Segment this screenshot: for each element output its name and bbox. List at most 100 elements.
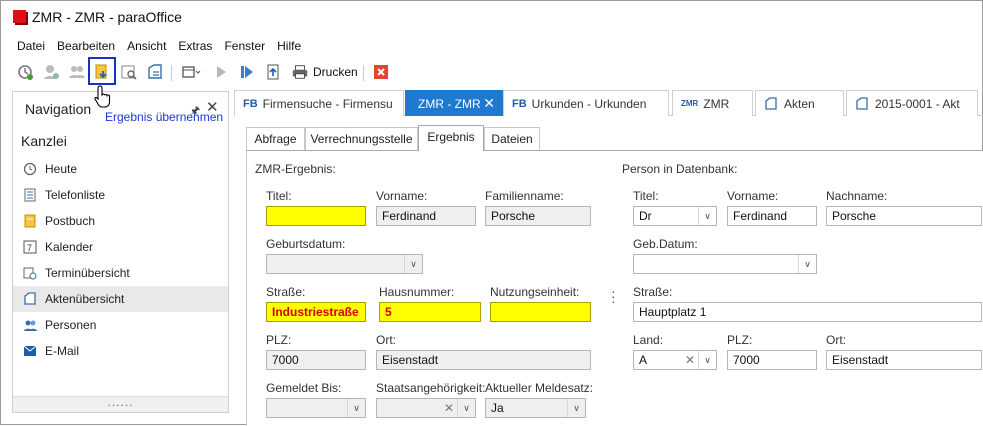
nav-item-telefonliste[interactable]: Telefonliste	[13, 182, 228, 208]
nav-item-label: Personen	[45, 318, 97, 332]
nav-item-label: Aktenübersicht	[45, 292, 125, 306]
clear-icon[interactable]: ✕	[441, 399, 457, 417]
zmr-gemeldet-bis-field[interactable]: ∨	[266, 398, 366, 418]
nav-item-label: Telefonliste	[45, 188, 106, 202]
tab-zmr-active[interactable]: ZMR - ZMR ✕	[405, 90, 504, 116]
email-icon	[23, 345, 37, 356]
zmr-strasse-field[interactable]: Industriestraße	[266, 302, 366, 322]
zmr-familienname-field[interactable]: Porsche	[485, 206, 591, 226]
skip-icon[interactable]	[237, 62, 257, 82]
menu-datei[interactable]: Datei	[11, 38, 51, 56]
menu-hilfe[interactable]: Hilfe	[271, 38, 307, 56]
zmr-geburtsdatum-field[interactable]: ∨	[266, 254, 423, 274]
tab-akten[interactable]: Akten	[755, 90, 844, 116]
zmr-strasse-label: Straße:	[266, 285, 306, 299]
close-red-icon[interactable]	[371, 62, 391, 82]
file-icon	[856, 96, 868, 110]
nav-item-label: E-Mail	[45, 344, 80, 358]
tab-verrechnungsstelle[interactable]: Verrechnungsstelle	[305, 127, 418, 150]
zmr-titel-field[interactable]	[266, 206, 366, 226]
tab-firmensuche[interactable]: FB Firmensuche - Firmensu	[234, 90, 404, 116]
hand-cursor-icon	[93, 84, 113, 110]
zmr-hausnummer-label: Hausnummer:	[379, 285, 455, 299]
zmr-staatsangehoerigkeit-field[interactable]: ✕ ∨	[376, 398, 476, 418]
zmr-ort-field[interactable]: Eisenstadt	[376, 350, 591, 370]
db-plz-field[interactable]: 7000	[727, 350, 817, 370]
group-icon[interactable]	[67, 62, 87, 82]
db-nachname-field[interactable]: Porsche	[826, 206, 982, 226]
calendar-icon: 7	[23, 240, 37, 254]
nav-item-email[interactable]: E-Mail	[13, 338, 228, 364]
apply-result-icon[interactable]	[92, 62, 112, 82]
zmr-vorname-label: Vorname:	[376, 189, 428, 203]
zmr-staatsangehoerigkeit-label: Staatsangehörigkeit:	[376, 381, 486, 395]
phone-list-icon	[24, 188, 36, 202]
db-vorname-label: Vorname:	[727, 189, 779, 203]
tab-abfrage[interactable]: Abfrage	[246, 127, 305, 150]
db-nachname-label: Nachname:	[826, 189, 888, 203]
tab-akt-2015-0001[interactable]: 2015-0001 - Akt	[846, 90, 978, 116]
db-titel-label: Titel:	[633, 189, 659, 203]
nav-item-label: Kalender	[45, 240, 94, 254]
nav-item-terminuebersicht[interactable]: Terminübersicht	[13, 260, 228, 286]
document-export-icon[interactable]	[145, 62, 165, 82]
play-icon[interactable]	[211, 62, 231, 82]
nav-item-kalender[interactable]: 7 Kalender	[13, 234, 228, 260]
refresh-clock-icon[interactable]	[15, 62, 35, 82]
person-search-icon[interactable]	[41, 62, 61, 82]
zmr-ort-label: Ort:	[376, 333, 396, 347]
nav-item-aktenuebersicht[interactable]: Aktenübersicht	[13, 286, 228, 312]
panel-resize-grip[interactable]: ......	[13, 396, 228, 412]
menu-extras[interactable]: Extras	[172, 38, 218, 56]
tab-dateien[interactable]: Dateien	[484, 127, 540, 150]
db-geb-datum-field[interactable]: ∨	[633, 254, 817, 274]
zmr-meldesatz-label: Aktueller Meldesatz:	[485, 381, 594, 395]
preview-icon[interactable]	[119, 62, 139, 82]
nav-item-label: Postbuch	[45, 214, 96, 228]
tab-zmr[interactable]: ZMR ZMR	[672, 90, 753, 116]
db-ort-field[interactable]: Eisenstadt	[826, 350, 982, 370]
tab-close-icon[interactable]: ✕	[483, 95, 495, 112]
chevron-down-icon[interactable]: ∨	[404, 255, 422, 273]
zmr-meldesatz-field[interactable]: Ja ∨	[485, 398, 586, 418]
menu-ansicht[interactable]: Ansicht	[121, 38, 172, 56]
menu-fenster[interactable]: Fenster	[218, 38, 271, 56]
nav-item-personen[interactable]: Personen	[13, 312, 228, 338]
chevron-down-icon[interactable]: ∨	[698, 351, 716, 369]
app-window: ZMR - ZMR - paraOffice Datei Bearbeiten …	[0, 0, 983, 426]
zmr-hausnummer-field[interactable]: 5	[379, 302, 481, 322]
tab-urkunden[interactable]: FB Urkunden - Urkunden	[503, 90, 669, 116]
tab-ergebnis[interactable]: Ergebnis	[418, 125, 484, 151]
nav-item-heute[interactable]: Heute	[13, 156, 228, 182]
zmr-familienname-label: Familienname:	[485, 189, 564, 203]
chevron-down-icon[interactable]: ∨	[798, 255, 816, 273]
clear-icon[interactable]: ✕	[682, 351, 698, 369]
print-button-label: Drucken	[313, 65, 358, 79]
zmr-plz-label: PLZ:	[266, 333, 292, 347]
db-vorname-field[interactable]: Ferdinand	[727, 206, 817, 226]
chevron-down-icon[interactable]: ∨	[457, 399, 475, 417]
print-button[interactable]: Drucken	[291, 62, 358, 82]
tab-label: ZMR	[703, 96, 730, 111]
menu-bearbeiten[interactable]: Bearbeiten	[51, 38, 121, 56]
nav-group-label: Kanzlei	[21, 133, 67, 149]
tooltip-text: Ergebnis übernehmen	[105, 110, 224, 124]
db-titel-field[interactable]: Dr ∨	[633, 206, 717, 226]
db-strasse-field[interactable]: Hauptplatz 1	[633, 302, 982, 322]
chevron-down-icon[interactable]: ∨	[347, 399, 365, 417]
toolbar: Drucken	[11, 57, 971, 85]
db-land-field[interactable]: A ✕ ∨	[633, 350, 717, 370]
layout-dropdown-icon[interactable]	[181, 62, 201, 82]
field-value: Ja	[491, 401, 504, 415]
zmr-plz-field[interactable]: 7000	[266, 350, 366, 370]
zmr-heading: ZMR-Ergebnis:	[255, 162, 336, 176]
zmr-vorname-field[interactable]: Ferdinand	[376, 206, 476, 226]
db-geb-datum-label: Geb.Datum:	[633, 237, 698, 251]
upload-icon[interactable]	[263, 62, 283, 82]
chevron-down-icon[interactable]: ∨	[698, 207, 716, 225]
tab-label: 2015-0001 - Akt	[875, 96, 960, 111]
nav-item-postbuch[interactable]: Postbuch	[13, 208, 228, 234]
splitter-handle[interactable]: · · ·	[611, 284, 616, 308]
chevron-down-icon[interactable]: ∨	[567, 399, 585, 417]
zmr-nutzungseinheit-field[interactable]	[490, 302, 591, 322]
